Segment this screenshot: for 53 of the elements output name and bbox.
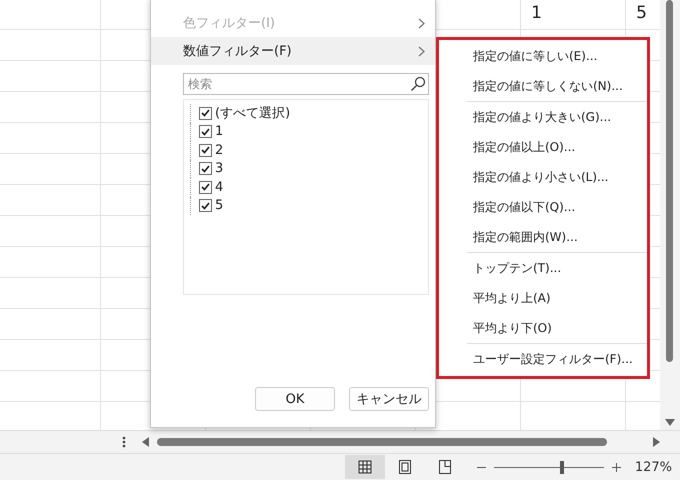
left-arrow-icon[interactable] [142, 437, 149, 447]
menu-item[interactable]: ユーザー設定フィルター(F)... [439, 344, 647, 374]
chevron-icon [418, 18, 425, 28]
table-cell-text: 1 [530, 2, 543, 25]
more-icon[interactable] [122, 436, 126, 448]
menu-item[interactable]: 指定の範囲内(W)... [439, 222, 647, 252]
chevron-icon [418, 46, 425, 56]
checkbox[interactable] [199, 180, 212, 194]
menu-item[interactable]: 指定の値以下(Q)... [439, 192, 647, 222]
value-label: 2 [215, 142, 224, 158]
right-arrow-icon[interactable] [653, 437, 660, 447]
value-checkbox[interactable]: 2 [190, 141, 428, 160]
value-label: 4 [215, 180, 224, 195]
menu-item[interactable]: 平均より下(O) [439, 313, 647, 343]
menu-item[interactable]: 指定の値より小さい(L)... [439, 162, 647, 192]
zoom-thumb[interactable] [560, 460, 564, 474]
checkbox[interactable] [199, 162, 212, 176]
menu-item[interactable]: 指定の値に等しい(E)... [439, 41, 647, 71]
value-label: (すべて選択) [215, 105, 290, 122]
menu-item[interactable]: 指定の値以上(O)... [439, 132, 647, 162]
search-icon [410, 76, 426, 92]
zoom-in-icon[interactable] [612, 462, 621, 472]
menu-item[interactable]: 指定の値より大きい(G)... [439, 102, 647, 132]
value-checkbox[interactable]: 3 [190, 160, 428, 178]
value-label: 3 [215, 161, 224, 176]
value-checkbox[interactable]: (すべて選択) [190, 104, 428, 122]
checkbox[interactable] [199, 106, 212, 120]
value-label: 1 [215, 124, 224, 140]
checkbox[interactable] [199, 144, 212, 157]
value-checkbox[interactable]: 1 [190, 122, 428, 141]
scroll-thumb[interactable] [157, 438, 607, 446]
value-label: 5 [215, 198, 224, 214]
search-field[interactable]: 検索 [183, 73, 429, 95]
dialog-button[interactable]: OK [255, 387, 335, 411]
menu-item[interactable]: 平均より上(A) [439, 283, 647, 313]
zoom-out-icon[interactable] [476, 466, 486, 468]
scroll-thumb[interactable] [666, 0, 673, 362]
page-icon [396, 459, 413, 475]
view-button[interactable] [344, 455, 385, 479]
page-break-icon [436, 459, 453, 475]
menu-item[interactable]: トップテン(T)... [439, 253, 647, 283]
value-checkbox[interactable]: 5 [190, 196, 428, 215]
dialog-button[interactable]: キャンセル [349, 387, 429, 411]
menu-item[interactable]: 数値フィルター(F) [151, 37, 435, 65]
vertical-scrollbar[interactable] [660, 0, 680, 430]
checkbox[interactable] [199, 125, 212, 138]
zoom-level[interactable]: 127% [634, 460, 672, 474]
menu-item[interactable]: 指定の値に等しくない(N)... [439, 71, 647, 101]
checkbox[interactable] [199, 199, 212, 212]
value-checkbox[interactable]: 4 [190, 178, 428, 196]
down-arrow-icon[interactable] [665, 419, 675, 426]
grid-icon [356, 459, 373, 475]
table-cell-text: 5 [635, 2, 648, 25]
